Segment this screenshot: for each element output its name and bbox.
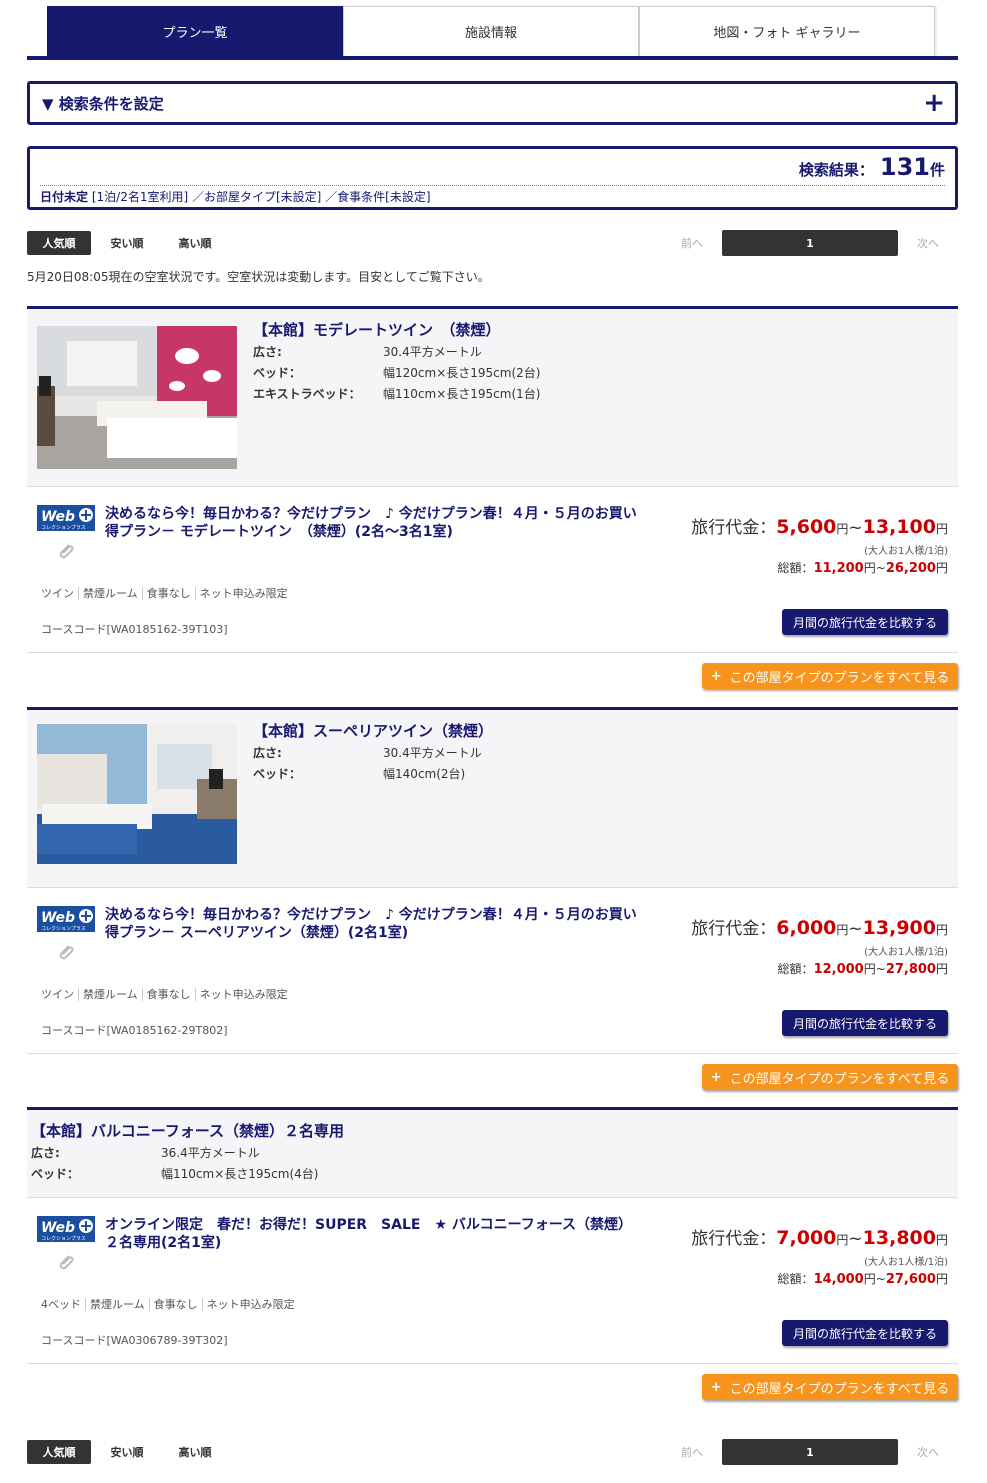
sort-cheap-button[interactable]: 安い順	[95, 1440, 159, 1464]
room-name[interactable]: 【本館】モデレートツイン （禁煙）	[253, 319, 540, 340]
room-header: 【本館】スーペリアツイン（禁煙） 広さ: 30.4平方メートル ベッド： 幅140c…	[27, 710, 958, 888]
room-spec-area: 広さ: 30.4平方メートル	[253, 746, 482, 760]
pager-next[interactable]: 次へ	[898, 1444, 958, 1460]
pager-next[interactable]: 次へ	[898, 235, 958, 251]
room-block: 【本館】モデレートツイン （禁煙） 広さ: 30.4平方メートル ベッド： 幅120…	[27, 306, 958, 711]
view-all-plans-button[interactable]: + この部屋タイプのプランをすべて見る	[702, 663, 958, 689]
room-spec-bed: ベッド： 幅110cm×長さ195cm(4台)	[31, 1167, 319, 1181]
sort-popular-button[interactable]: 人気順	[27, 1440, 91, 1464]
plan-row: Web コレクションプラス オンライン限定 春だ！お得だ！SUPER SALE …	[27, 1198, 958, 1364]
room-spec-bed: ベッド： 幅120cm×長さ195cm(2台)	[253, 366, 541, 380]
room-spec-extra-bed: エキストラベッド： 幅110cm×長さ195cm(1台)	[253, 387, 541, 401]
results-label: 検索結果：	[798, 161, 874, 179]
pager-page[interactable]: 1	[722, 1439, 898, 1465]
results-unit: 件	[929, 161, 945, 179]
room-block: 【本館】バルコニーフォース（禁煙）２名専用 広さ: 36.4平方メートル ベッド：…	[27, 1107, 958, 1422]
room-spec-area: 広さ: 36.4平方メートル	[31, 1146, 260, 1160]
plan-title-link[interactable]: 決めるなら今！毎日かわる？今だけプラン ♪ 今だけプラン春！４月・５月のお買い得…	[105, 906, 645, 942]
plan-tags: 4ベッド 禁煙ルーム 食事なし ネット申込み限定	[41, 1298, 295, 1311]
results-count-number: 131	[879, 153, 930, 181]
room-info: 【本館】バルコニーフォース（禁煙）２名専用 広さ: 36.4平方メートル ベッド：…	[31, 1120, 344, 1185]
tab-map-photo-gallery[interactable]: 地図・フォト ギャラリー	[639, 6, 935, 56]
plan-price: 旅行代金：6,000円~13,900円 (大人お1人様/1泊) 総額：12,00…	[691, 917, 948, 977]
svg-text:コレクションプラス: コレクションプラス	[41, 1236, 86, 1242]
plan-title-link[interactable]: 決めるなら今！毎日かわる？今だけプラン ♪ 今だけプラン春！４月・５月のお買い得…	[105, 505, 645, 541]
pager: 前へ 1 次へ	[662, 230, 958, 256]
results-condition-text: [1泊/2名1室利用] ／お部屋タイプ[未設定] ／食事条件[未設定]	[91, 190, 431, 204]
web-collection-plus-logo: Web コレクションプラス	[37, 505, 95, 531]
tab-plan-list[interactable]: プラン一覧	[47, 6, 343, 56]
all-plans-row: + この部屋タイプのプランをすべて見る	[27, 653, 958, 711]
paperclip-icon[interactable]	[55, 541, 77, 563]
search-condition-label: ▼ 検索条件を設定	[42, 94, 164, 113]
plan-tags: ツイン 禁煙ルーム 食事なし ネット申込み限定	[41, 988, 288, 1001]
room-photo[interactable]	[37, 724, 237, 864]
web-collection-plus-logo: Web コレクションプラス	[37, 906, 95, 932]
compare-monthly-price-button[interactable]: 月間の旅行代金を比較する	[782, 1320, 948, 1346]
svg-text:Web: Web	[41, 1220, 75, 1236]
svg-text:コレクションプラス: コレクションプラス	[41, 926, 86, 932]
room-info: 【本館】モデレートツイン （禁煙） 広さ: 30.4平方メートル ベッド： 幅120…	[253, 319, 540, 405]
compare-monthly-price-button[interactable]: 月間の旅行代金を比較する	[782, 609, 948, 635]
room-header: 【本館】バルコニーフォース（禁煙）２名専用 広さ: 36.4平方メートル ベッド：…	[27, 1110, 958, 1198]
svg-text:コレクションプラス: コレクションプラス	[41, 525, 86, 531]
pager: 前へ 1 次へ	[662, 1439, 958, 1465]
plan-course-code: コースコード[WA0185162-39T103]	[41, 623, 228, 636]
room-spec-bed: ベッド： 幅140cm(2台)	[253, 767, 466, 781]
view-all-plans-button[interactable]: + この部屋タイプのプランをすべて見る	[702, 1374, 958, 1400]
results-count: 検索結果： 131件	[40, 153, 945, 186]
svg-text:Web: Web	[41, 910, 75, 926]
room-info: 【本館】スーペリアツイン（禁煙） 広さ: 30.4平方メートル ベッド： 幅140c…	[253, 720, 493, 785]
sort-bar-bottom: 人気順 安い順 高い順 前へ 1 次へ	[27, 1439, 958, 1465]
view-all-plans-button[interactable]: + この部屋タイプのプランをすべて見る	[702, 1064, 958, 1090]
web-collection-plus-logo: Web コレクションプラス	[37, 1216, 95, 1242]
pager-page[interactable]: 1	[722, 230, 898, 256]
availability-notice: 5月20日08:05現在の空室状況です。空室状況は変動します。目安としてご覧下さ…	[27, 270, 490, 284]
svg-text:Web: Web	[41, 509, 75, 525]
results-date: 日付未定	[40, 190, 89, 204]
search-results-box: 検索結果： 131件 日付未定 [1泊/2名1室利用] ／お部屋タイプ[未設定] …	[27, 146, 958, 210]
room-name[interactable]: 【本館】バルコニーフォース（禁煙）２名専用	[31, 1120, 344, 1141]
room-photo[interactable]	[37, 323, 237, 469]
plan-title-link[interactable]: オンライン限定 春だ！お得だ！SUPER SALE ★ バルコニーフォース（禁煙…	[105, 1216, 645, 1252]
pager-prev[interactable]: 前へ	[662, 1444, 722, 1460]
room-name[interactable]: 【本館】スーペリアツイン（禁煙）	[253, 720, 493, 741]
search-condition-toggle[interactable]: ▼ 検索条件を設定 +	[27, 81, 958, 125]
plan-row: Web コレクションプラス 決めるなら今！毎日かわる？今だけプラン ♪ 今だけプ…	[27, 487, 958, 653]
plan-course-code: コースコード[WA0306789-39T302]	[41, 1334, 228, 1347]
sort-cheap-button[interactable]: 安い順	[95, 231, 159, 255]
all-plans-row: + この部屋タイプのプランをすべて見る	[27, 1364, 958, 1422]
room-header: 【本館】モデレートツイン （禁煙） 広さ: 30.4平方メートル ベッド： 幅120…	[27, 309, 958, 487]
plan-row: Web コレクションプラス 決めるなら今！毎日かわる？今だけプラン ♪ 今だけプ…	[27, 888, 958, 1054]
tab-bar: プラン一覧 施設情報 地図・フォト ギャラリー	[27, 6, 958, 60]
plus-icon[interactable]: +	[923, 90, 945, 116]
plan-price: 旅行代金：5,600円~13,100円 (大人お1人様/1泊) 総額：11,20…	[691, 516, 948, 576]
sort-expensive-button[interactable]: 高い順	[163, 1440, 227, 1464]
room-block: 【本館】スーペリアツイン（禁煙） 広さ: 30.4平方メートル ベッド： 幅140c…	[27, 707, 958, 1112]
paperclip-icon[interactable]	[55, 942, 77, 964]
sort-bar-top: 人気順 安い順 高い順 前へ 1 次へ	[27, 230, 958, 256]
results-conditions: 日付未定 [1泊/2名1室利用] ／お部屋タイプ[未設定] ／食事条件[未設定]	[40, 188, 945, 205]
compare-monthly-price-button[interactable]: 月間の旅行代金を比較する	[782, 1010, 948, 1036]
sort-popular-button[interactable]: 人気順	[27, 231, 91, 255]
plan-course-code: コースコード[WA0185162-29T802]	[41, 1024, 228, 1037]
all-plans-row: + この部屋タイプのプランをすべて見る	[27, 1054, 958, 1112]
tab-facility-info[interactable]: 施設情報	[343, 6, 639, 56]
paperclip-icon[interactable]	[55, 1252, 77, 1274]
pager-prev[interactable]: 前へ	[662, 235, 722, 251]
plan-tags: ツイン 禁煙ルーム 食事なし ネット申込み限定	[41, 587, 288, 600]
room-spec-area: 広さ: 30.4平方メートル	[253, 345, 482, 359]
sort-expensive-button[interactable]: 高い順	[163, 231, 227, 255]
plan-price: 旅行代金：7,000円~13,800円 (大人お1人様/1泊) 総額：14,00…	[691, 1227, 948, 1287]
